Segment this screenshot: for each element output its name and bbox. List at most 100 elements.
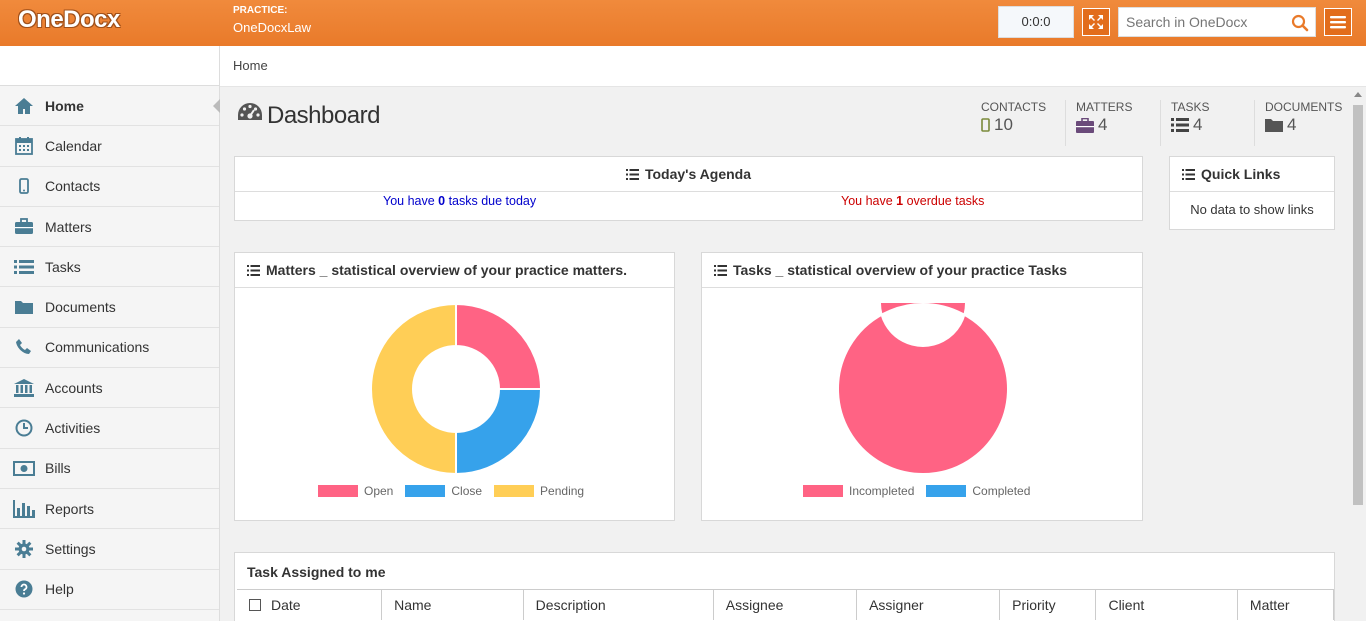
column-matter[interactable]: Matter [1237,589,1334,620]
menu-button[interactable] [1324,8,1352,36]
sidebar-item-accounts[interactable]: Accounts [0,368,219,409]
practice-label: PRACTICE: [233,5,288,16]
column-priority[interactable]: Priority [999,589,1097,620]
scroll-thumb[interactable] [1353,105,1363,505]
quick-links-header: Quick Links [1170,157,1334,192]
sidebar-item-activities[interactable]: Activities [0,408,219,449]
sidebar-item-label: Activities [45,420,101,437]
column-client[interactable]: Client [1095,589,1238,620]
donut-slice-incompleted[interactable] [837,303,1009,475]
matters-chart-title: Matters _ statistical overview of your p… [266,262,628,278]
quick-links-panel: Quick Links No data to show links [1169,156,1335,230]
quick-links-title: Quick Links [1201,166,1281,182]
calendar-icon [13,136,35,156]
overdue-suffix: overdue tasks [903,194,985,208]
tasks-donut-chart[interactable] [837,303,1009,475]
sidebar-item-tasks[interactable]: Tasks [0,247,219,288]
legend-label: Close [451,484,483,498]
hamburger-icon [1330,16,1346,29]
column-label: Priority [1012,596,1056,613]
stat-tasks[interactable]: TASKS 4 [1160,100,1209,146]
home-icon [13,96,35,116]
vertical-scrollbar[interactable] [1350,87,1366,621]
tasks-overdue[interactable]: You have 1 overdue tasks [841,194,984,208]
column-description[interactable]: Description [523,589,714,620]
legend-swatch [318,485,358,497]
sidebar: Home Calendar Contacts Matters Tasks Doc… [0,46,220,621]
task-assigned-title: Task Assigned to me [247,564,386,580]
column-label: Date [271,596,301,613]
matters-donut-chart[interactable] [370,303,542,475]
tasks-chart-panel: Tasks _ statistical overview of your pra… [701,252,1143,521]
legend-label: Completed [972,484,1031,498]
legend-item-incompleted[interactable]: Incompleted [803,484,914,498]
select-all-checkbox[interactable] [249,598,261,611]
stat-documents[interactable]: DOCUMENTS 4 [1254,100,1342,146]
list-icon [1171,118,1189,132]
legend-item-pending[interactable]: Pending [494,484,584,498]
search-icon[interactable] [1291,14,1309,35]
tasks-due-today[interactable]: You have 0 tasks due today [383,194,536,208]
briefcase-icon [13,217,35,237]
sidebar-item-calendar[interactable]: Calendar [0,126,219,167]
sidebar-item-label: Home [45,97,84,114]
stat-value: 4 [1193,115,1203,134]
app-logo[interactable]: OneDocx [18,6,120,34]
column-date[interactable]: Date [237,589,383,620]
search-input[interactable] [1119,8,1279,36]
tasks-chart-header: Tasks _ statistical overview of your pra… [702,253,1142,288]
stat-value: 4 [1098,115,1108,134]
scroll-up-arrow[interactable] [1354,92,1362,97]
breadcrumb[interactable]: Home [220,46,1366,87]
donut-slice-open[interactable] [455,303,542,390]
sidebar-item-label: Tasks [45,258,81,275]
legend-label: Incompleted [849,484,915,498]
legend-item-completed[interactable]: Completed [926,484,1030,498]
stat-value: 4 [1287,115,1297,134]
sidebar-item-contacts[interactable]: Contacts [0,167,219,207]
dashboard-title: Dashboard [267,101,380,129]
top-bar: OneDocx PRACTICE: OneDocxLaw 0:0:0 [0,0,1366,46]
question-icon [13,579,35,599]
gear-icon [13,539,35,559]
list-icon [13,257,35,277]
fullscreen-button[interactable] [1082,8,1110,36]
sidebar-item-label: Reports [45,500,95,517]
practice-name: OneDocxLaw [233,20,312,35]
timer-display[interactable]: 0:0:0 [998,6,1074,38]
sidebar-item-label: Settings [45,540,96,557]
sidebar-item-communications[interactable]: Communications [0,328,219,369]
search-box [1118,7,1316,37]
donut-slice-pending[interactable] [370,303,457,475]
column-assignee[interactable]: Assignee [713,589,858,620]
sidebar-item-home[interactable]: Home [0,86,220,127]
column-label: Assigner [869,596,924,613]
stat-contacts[interactable]: CONTACTS 10 [971,100,1046,146]
sidebar-item-label: Documents [45,299,116,316]
task-table: Date Name Description Assignee Assigner … [237,589,1334,620]
sidebar-item-documents[interactable]: Documents [0,287,219,328]
sidebar-item-matters[interactable]: Matters [0,207,219,248]
column-assigner[interactable]: Assigner [856,589,1001,620]
stat-value: 10 [994,115,1013,134]
legend-item-open[interactable]: Open [318,484,393,498]
bank-icon [13,378,35,398]
legend-label: Pending [540,484,585,498]
sidebar-item-label: Bills [45,460,71,477]
clock-icon [13,418,35,438]
column-name[interactable]: Name [381,589,524,620]
stat-label: DOCUMENTS [1265,100,1343,114]
sidebar-item-label: Accounts [45,379,103,396]
sidebar-item-label: Contacts [45,178,101,195]
sidebar-item-settings[interactable]: Settings [0,529,219,570]
agenda-panel: Today's Agenda You have 0 tasks due toda… [234,156,1143,221]
sidebar-item-help[interactable]: Help [0,570,219,610]
agenda-title: Today's Agenda [644,166,751,182]
sidebar-item-label: Matters [45,218,92,235]
sidebar-item-reports[interactable]: Reports [0,489,219,530]
sidebar-item-bills[interactable]: Bills [0,449,219,489]
donut-slice-close[interactable] [455,388,542,475]
legend-item-close[interactable]: Close [405,484,482,498]
list-icon [625,168,639,180]
stat-matters[interactable]: MATTERS 4 [1065,100,1132,146]
